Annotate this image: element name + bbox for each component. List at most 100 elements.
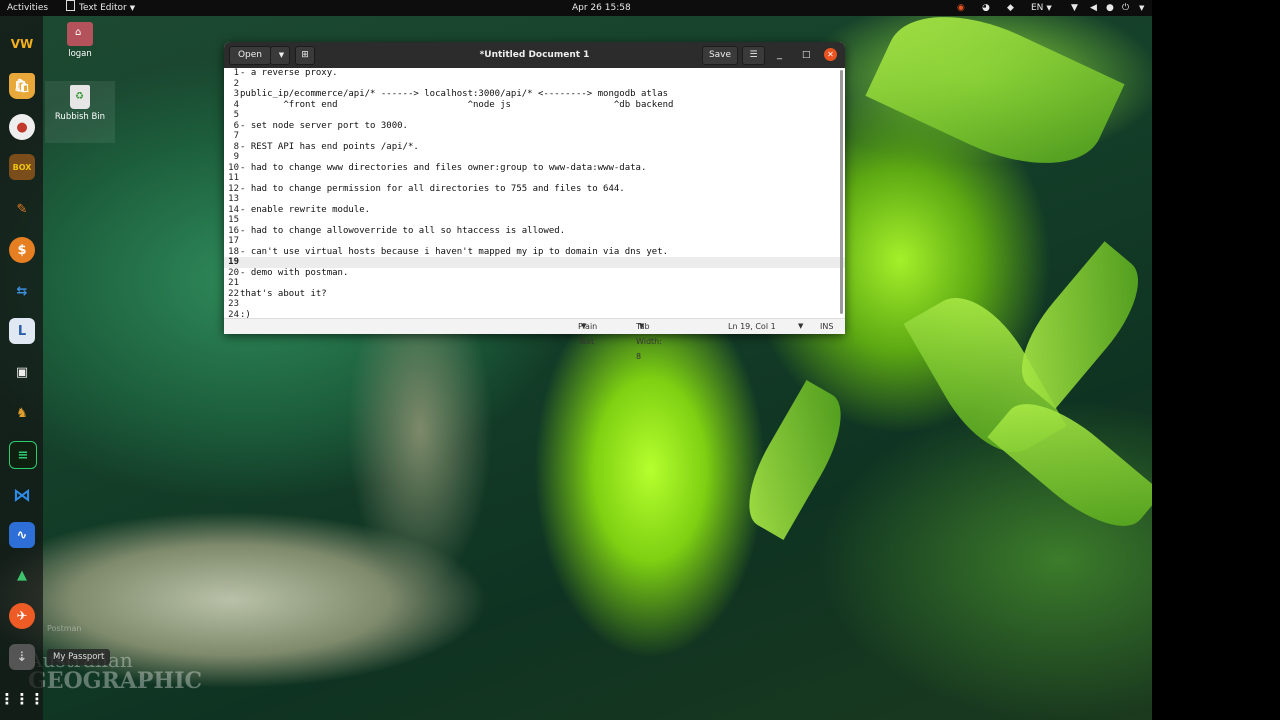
money-icon[interactable]: $ — [9, 237, 35, 263]
editor-line[interactable]: 13 — [224, 194, 845, 205]
editor-line[interactable]: 7 — [224, 131, 845, 142]
line-text: - can't use virtual hosts because i have… — [240, 246, 669, 257]
caret-down-icon[interactable]: ▼ — [1136, 0, 1144, 16]
line-number: 18 — [228, 246, 239, 257]
line-number: 5 — [233, 110, 239, 120]
webcam-icon[interactable]: ● — [9, 114, 35, 140]
line-number: 17 — [228, 236, 239, 246]
editor-line[interactable]: 2 — [224, 79, 845, 90]
line-number: 7 — [233, 131, 239, 141]
wallpaper-leaf — [987, 383, 1152, 547]
vscode-icon[interactable]: ⋈ — [9, 482, 35, 508]
editor-line[interactable]: 14- enable rewrite module. — [224, 205, 845, 216]
game-icon[interactable]: ♞ — [9, 400, 35, 426]
record-icon[interactable]: ◉ — [957, 0, 965, 16]
editor-line[interactable]: 9 — [224, 152, 845, 163]
editor-line[interactable]: 23 — [224, 299, 845, 310]
editor-line[interactable]: 11 — [224, 173, 845, 184]
close-icon: ✕ — [827, 50, 834, 59]
caret-down-icon: ▼ — [798, 322, 804, 330]
shopping-bag-icon[interactable]: 🛍 — [9, 73, 35, 99]
editor-line[interactable]: 3 public_ip/ecommerce/api/* ------> local… — [224, 89, 845, 100]
editor-line[interactable]: 20- demo with postman. — [224, 268, 845, 279]
line-number: 1 — [233, 68, 239, 78]
vlc-like-icon[interactable]: VW — [9, 31, 35, 57]
caret-down-icon: ▼ — [1046, 4, 1052, 12]
minimize-button[interactable]: _ — [777, 42, 782, 68]
postman-icon[interactable]: ✈ — [9, 603, 35, 629]
line-text: public_ip/ecommerce/api/* ------> localh… — [240, 89, 669, 99]
black-border — [1152, 0, 1280, 720]
text-editor-area[interactable]: 1- a reverse proxy. 2 3 public_ip/ecommerce… — [224, 68, 845, 320]
cursor-position[interactable]: Ln 19, Col 1 — [728, 319, 776, 334]
text-editor-window: Open ▼ ⊞ *Untitled Document 1 Save ☰ _ □… — [224, 42, 845, 361]
editor-line[interactable]: 18- can't use virtual hosts because i ha… — [224, 247, 845, 258]
files-icon[interactable]: ▣ — [9, 359, 35, 385]
line-number: 15 — [228, 215, 239, 225]
line-text: - a reverse proxy. — [240, 68, 338, 78]
insert-mode[interactable]: INS — [820, 319, 833, 334]
close-button[interactable]: ✕ — [824, 48, 837, 61]
editor-line[interactable]: 19 — [224, 257, 845, 268]
editor-line[interactable]: 16- had to change allowoverride to all s… — [224, 226, 845, 237]
wifi-icon[interactable]: ▼ — [1071, 0, 1078, 16]
power-icon[interactable]: ⏻ — [1122, 0, 1129, 16]
vertical-scrollbar[interactable] — [840, 70, 843, 314]
show-applications-icon[interactable]: ⋮⋮⋮ — [0, 686, 45, 712]
line-number: 14 — [228, 204, 239, 215]
line-number: 3 — [233, 89, 239, 99]
save-button[interactable]: Save — [702, 46, 738, 65]
caret-down-icon: ▼ — [129, 4, 136, 12]
line-text: ^front end ^node js ^db backend — [240, 99, 674, 110]
line-text: - had to change allowoverride to all so … — [240, 225, 566, 236]
activities-button[interactable]: Activities — [7, 0, 48, 16]
line-number: 21 — [228, 278, 239, 288]
home-folder-icon: ⌂ — [67, 22, 93, 46]
wallpaper-leaf — [731, 380, 859, 540]
editor-line[interactable]: 17 — [224, 236, 845, 247]
trash-icon: ♻ — [70, 85, 90, 109]
editor-line[interactable]: 5 — [224, 110, 845, 121]
editor-line[interactable]: 22 that's about it? — [224, 289, 845, 300]
editor-line[interactable]: 1- a reverse proxy. — [224, 68, 845, 79]
hamburger-icon: ☰ — [749, 50, 758, 60]
line-text: - set node server port to 3000. — [240, 120, 408, 131]
dropbox-icon[interactable]: ◆ — [1007, 0, 1014, 16]
editor-line[interactable]: 10- had to change www directories and fi… — [224, 163, 845, 174]
document-viewer-icon[interactable]: L — [9, 318, 35, 344]
clock[interactable]: Apr 26 15:58 — [572, 0, 631, 16]
language-label: EN — [1031, 3, 1044, 13]
transfer-icon[interactable]: ⇆ — [9, 278, 35, 304]
editor-line[interactable]: 8- REST API has end points /api/*. — [224, 142, 845, 153]
line-number: 9 — [233, 152, 239, 162]
sync-icon[interactable]: ◕ — [982, 0, 990, 16]
microphone-icon[interactable]: ● — [1106, 0, 1114, 16]
line-number: 8 — [233, 141, 239, 152]
line-number: 20 — [228, 267, 239, 278]
wallpaper-leaf — [865, 0, 1125, 193]
status-bar: Plain Text ▼ Tab Width: 8 ▼ Ln 19, Col 1 ▼… — [224, 318, 845, 361]
paint-brush-icon[interactable]: ✎ — [9, 196, 35, 222]
language-indicator[interactable]: EN ▼ — [1031, 0, 1052, 16]
android-studio-icon[interactable]: ▲ — [9, 562, 35, 588]
home-folder[interactable]: ⌂ logan — [58, 22, 102, 59]
editor-line[interactable]: 21 — [224, 278, 845, 289]
volume-icon[interactable]: ◀ — [1090, 0, 1097, 16]
line-number: 6 — [233, 120, 239, 131]
hamburger-menu-button[interactable]: ☰ — [742, 46, 765, 65]
app-menu[interactable]: Text Editor ▼ — [66, 0, 135, 16]
system-monitor-icon[interactable]: ∿ — [9, 522, 35, 548]
line-number: 22 — [228, 288, 239, 299]
line-text: - had to change www directories and file… — [240, 162, 647, 173]
usb-drive-icon[interactable]: ⇣ — [9, 644, 35, 670]
maximize-button[interactable]: □ — [802, 42, 811, 68]
editor-line[interactable]: 4 ^front end ^node js ^db backend — [224, 100, 845, 111]
dosbox-icon[interactable]: BOX — [9, 154, 35, 180]
trash[interactable]: ♻ Rubbish Bin — [45, 81, 115, 143]
line-number: 11 — [228, 173, 239, 183]
editor-line[interactable]: 12- had to change permission for all dir… — [224, 184, 845, 195]
caret-down-icon: ▼ — [639, 322, 645, 330]
editor-line[interactable]: 15 — [224, 215, 845, 226]
editor-line[interactable]: 6- set node server port to 3000. — [224, 121, 845, 132]
equalizer-icon[interactable]: ≡ — [9, 441, 37, 469]
